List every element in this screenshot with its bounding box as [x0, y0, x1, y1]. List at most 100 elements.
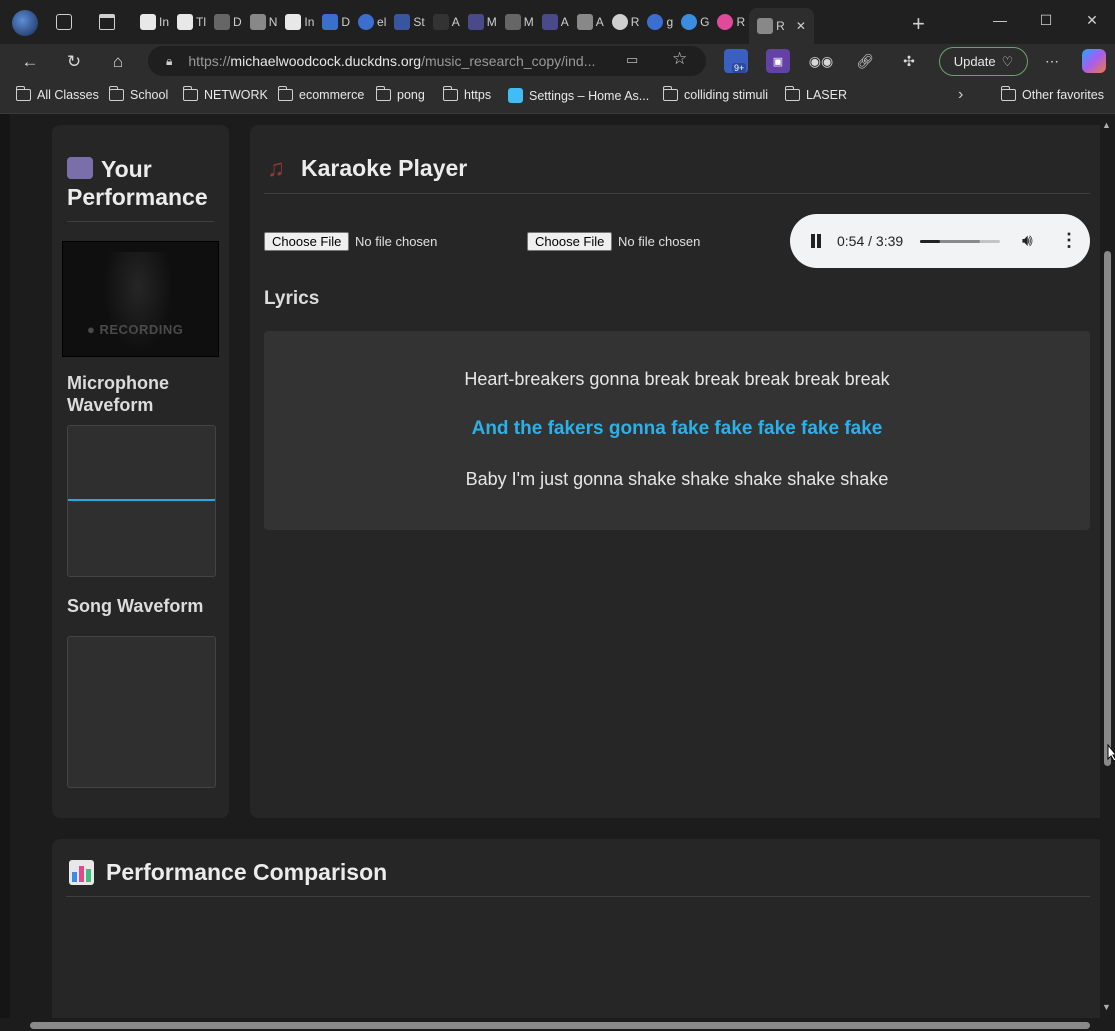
divider	[67, 221, 214, 222]
address-bar[interactable]: 🔒︎ https://michaelwoodcock.duckdns.org/m…	[148, 46, 706, 76]
more-menu-icon[interactable]: ⋯	[1040, 49, 1064, 73]
tab-actions-icon[interactable]	[99, 14, 115, 30]
update-button[interactable]: Update ♡	[939, 47, 1028, 76]
camera-icon[interactable]: ▭	[626, 52, 638, 68]
url-path: /music_research_copy/ind...	[421, 53, 596, 69]
song-waveform-canvas	[67, 636, 216, 788]
bookmark-laser[interactable]: LASER	[784, 86, 847, 102]
extension-badge-icon[interactable]: 9+	[724, 49, 748, 73]
folder-icon	[182, 86, 198, 101]
choose-file-button-2[interactable]: Choose File	[527, 232, 613, 251]
tab-label: Tl	[196, 15, 207, 29]
browser-tab[interactable]: g	[643, 6, 677, 38]
twitch-extension-icon[interactable]: ▣	[766, 49, 790, 73]
copilot-icon[interactable]	[1082, 49, 1106, 73]
gmail-icon	[285, 14, 302, 30]
browser-tab[interactable]: el	[354, 6, 390, 38]
lyrics-display: Heart-breakers gonna break break break b…	[264, 331, 1090, 530]
browser-tab[interactable]: R	[608, 6, 644, 38]
tab-label: D	[233, 15, 242, 29]
lyric-line: Baby I'm just gonna shake shake shake sh…	[465, 469, 889, 489]
horizontal-scroll-thumb[interactable]	[30, 1022, 1090, 1029]
bookmark-pong[interactable]: pong	[375, 86, 425, 102]
bookmark-ecommerce[interactable]: ecommerce	[277, 86, 365, 102]
browser-tab[interactable]: G	[677, 6, 713, 38]
browser-tab[interactable]: St	[390, 6, 428, 38]
bookmark-all-classes[interactable]: All Classes	[15, 86, 99, 102]
browser-tab[interactable]: Tl	[173, 6, 210, 38]
choose-file-button-1[interactable]: Choose File	[264, 232, 350, 251]
audio-player: 0:54 / 3:39 🔊︎ ⋮	[790, 214, 1090, 268]
lock-icon[interactable]: 🔒︎	[166, 54, 172, 69]
bookmark-label: School	[130, 88, 169, 102]
bookmark-colliding-stimuli[interactable]: colliding stimuli	[662, 86, 768, 102]
browser-tab[interactable]: A	[538, 6, 573, 38]
divider	[66, 896, 1090, 897]
horizontal-scrollbar[interactable]	[0, 1018, 1100, 1031]
copilot-icon	[717, 14, 734, 30]
browser-tab[interactable]: D	[210, 6, 246, 38]
browser-tab[interactable]: A	[573, 6, 608, 38]
browser-tab[interactable]: M	[501, 6, 538, 38]
comparison-panel: Performance Comparison	[52, 839, 1110, 1031]
scroll-down-arrow-icon[interactable]: ▼	[1102, 1002, 1111, 1012]
vertical-scrollbar[interactable]: ▲ ▼	[1100, 114, 1115, 1031]
glasses-extension-icon[interactable]: ◉◉	[809, 49, 833, 73]
vertical-scroll-thumb[interactable]	[1104, 251, 1111, 766]
gmail-icon	[177, 14, 194, 30]
favorite-star-icon[interactable]: ☆	[672, 49, 687, 69]
bookmark-network[interactable]: NETWORK	[182, 86, 268, 102]
audio-more-options-icon[interactable]: ⋮	[1060, 230, 1078, 251]
scroll-up-arrow-icon[interactable]: ▲	[1102, 120, 1111, 130]
bookmark-https[interactable]: https	[442, 86, 491, 102]
mc-icon	[432, 14, 449, 30]
folder-icon	[15, 86, 31, 101]
browser-tab[interactable]: M	[464, 6, 501, 38]
extensions-puzzle-icon[interactable]: ✣	[897, 49, 921, 73]
reload-button[interactable]: ↻	[56, 46, 92, 78]
file-status-1: No file chosen	[355, 234, 438, 249]
browser-tab[interactable]: R	[713, 6, 749, 38]
github-icon	[214, 14, 231, 30]
tab-label: N	[268, 15, 278, 29]
karaoke-panel: ♫ Karaoke Player Choose File No file cho…	[250, 125, 1110, 818]
search-icon	[647, 14, 664, 30]
link-extension-icon[interactable]: 🔗︎	[853, 49, 877, 73]
browser-tab[interactable]: In	[281, 6, 318, 38]
heart-icon: ♡	[1001, 53, 1014, 69]
chevron-right-icon[interactable]: ›	[958, 86, 963, 104]
image-icon	[504, 14, 521, 30]
audio-seek-bar[interactable]	[920, 240, 1000, 243]
bookmark-school[interactable]: School	[108, 86, 169, 102]
recording-indicator: ● RECORDING	[87, 322, 184, 337]
bookmark-other-favorites[interactable]: Other favorites	[1000, 86, 1104, 102]
close-tab-icon[interactable]: ✕	[796, 19, 806, 33]
browser-tab[interactable]: In	[136, 6, 173, 38]
bookmark-label: ecommerce	[299, 88, 365, 102]
browser-tab[interactable]: A	[429, 6, 464, 38]
arrow-icon	[467, 14, 484, 30]
page-icon	[249, 14, 266, 30]
new-tab-button[interactable]: +	[912, 11, 925, 37]
mic-waveform-canvas	[67, 425, 216, 577]
performance-panel: Your Performance ● RECORDING Microphone …	[52, 125, 229, 818]
browser-tab[interactable]: R ✕	[749, 8, 814, 44]
back-button[interactable]: ←	[12, 46, 48, 78]
folder-icon	[662, 86, 678, 101]
home-button[interactable]: ⌂	[100, 46, 136, 78]
webcam-silhouette	[103, 252, 173, 352]
u-icon	[394, 14, 411, 30]
audio-time: 0:54 / 3:39	[837, 233, 904, 249]
folder-icon	[784, 86, 800, 101]
browser-tab[interactable]: D	[318, 6, 354, 38]
pause-icon[interactable]	[810, 234, 822, 248]
close-window-button[interactable]: ✕	[1069, 0, 1115, 40]
volume-icon[interactable]: 🔊︎	[1022, 231, 1033, 251]
workspaces-icon[interactable]	[56, 14, 72, 30]
url-prefix: https://	[188, 53, 231, 69]
maximize-button[interactable]: ☐	[1023, 0, 1069, 40]
browser-tab[interactable]: N	[246, 6, 282, 38]
profile-avatar[interactable]	[12, 10, 38, 36]
bookmark-settings-home-assistant[interactable]: Settings – Home As...	[508, 88, 649, 103]
minimize-button[interactable]: —	[977, 0, 1023, 40]
